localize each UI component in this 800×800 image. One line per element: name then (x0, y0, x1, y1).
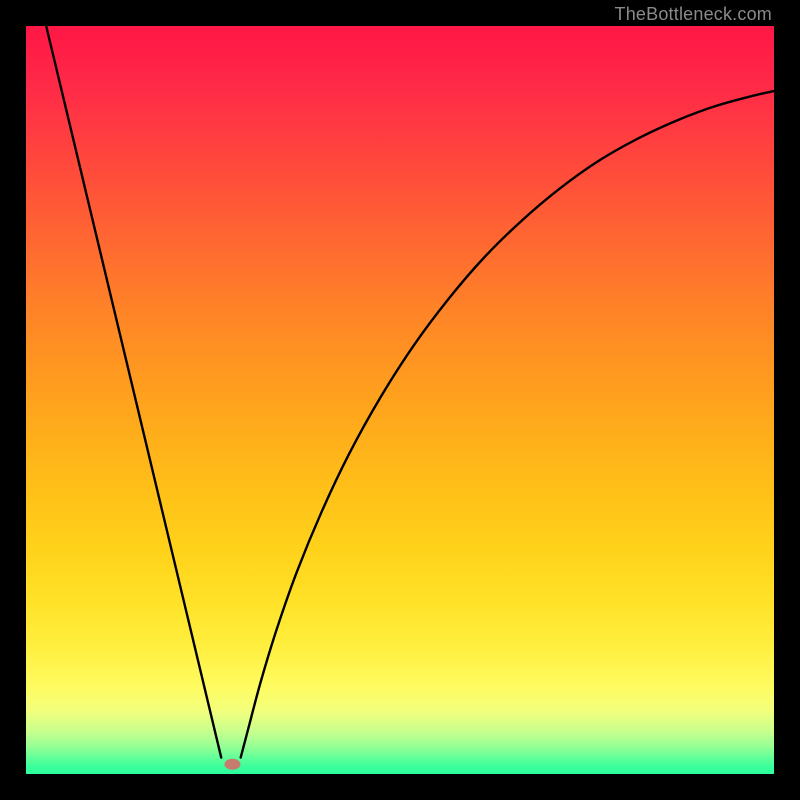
watermark-text: TheBottleneck.com (615, 4, 772, 25)
curve-right-arm (241, 91, 774, 757)
curve-left-arm (46, 26, 221, 758)
plot-area (26, 26, 774, 774)
curve-group (46, 26, 774, 758)
chart-svg (26, 26, 774, 774)
chart-container: TheBottleneck.com (0, 0, 800, 800)
minimum-marker (224, 759, 240, 770)
